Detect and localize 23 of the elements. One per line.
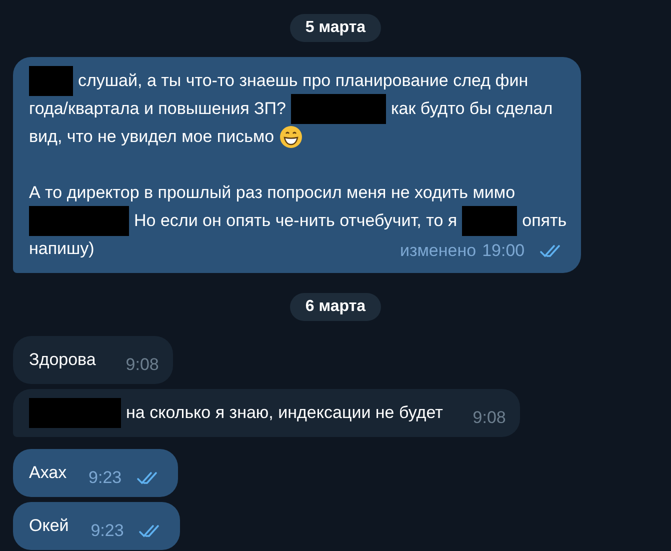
message-time: 9:23 (88, 467, 122, 489)
message-text: Здорова (29, 349, 96, 371)
date-pill: 6 марта (290, 293, 381, 321)
message-text: опять (522, 210, 567, 232)
message-text: слушай, а ты что-то знаешь про планирование след фин (78, 70, 528, 92)
redaction-block (462, 206, 518, 236)
message-text: Окей (29, 515, 69, 537)
message-text: А то директор в прошлый раз попросил меня не ходить мимо (29, 182, 516, 204)
message-time: 9:08 (126, 354, 159, 376)
message-text: как будто бы сделал (390, 98, 553, 120)
message-text: Но если он опять че-нить отчебучит, то я (134, 210, 458, 232)
message-text: Ахах (29, 462, 67, 484)
message-text: напишу) (29, 238, 94, 260)
edited-label: изменено (400, 240, 476, 262)
message-text: на сколько я знаю, индексации не будет (126, 402, 443, 424)
message-text: года/квартала и повышения ЗП? (29, 98, 286, 120)
message-text: вид, что не увидел мое письмо (29, 126, 274, 148)
date-pill: 5 марта (290, 14, 381, 42)
message-time: 19:00 (482, 240, 525, 262)
grinning-emoji-icon (279, 125, 304, 149)
redaction-block (29, 66, 73, 96)
message-time: 9:08 (472, 407, 506, 429)
message-time: 9:23 (90, 520, 124, 542)
